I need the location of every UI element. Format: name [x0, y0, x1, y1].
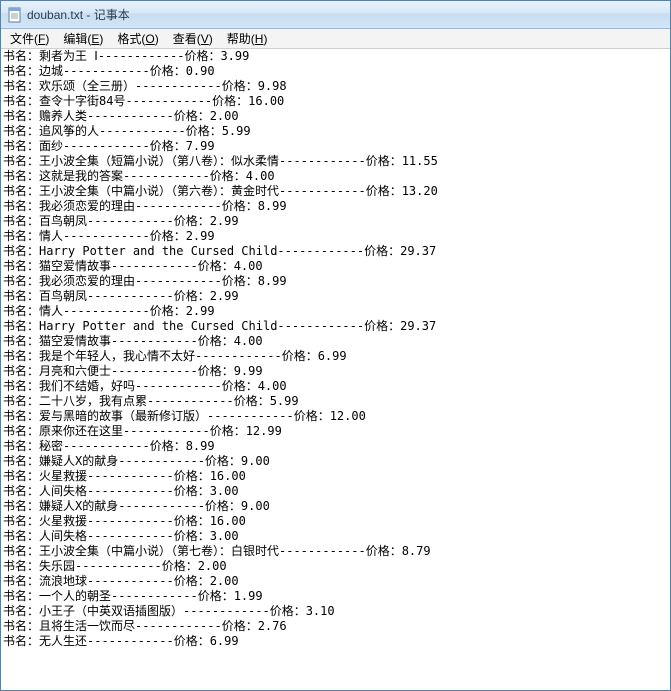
notepad-icon	[7, 7, 23, 23]
text-line: 书名：剩者为王 Ⅰ------------价格：3.99	[3, 49, 668, 64]
text-line: 书名：二十八岁，我有点累------------价格：5.99	[3, 394, 668, 409]
text-line: 书名：王小波全集（中篇小说）（第六卷）：黄金时代------------价格：1…	[3, 184, 668, 199]
text-line: 书名：月亮和六便士------------价格：9.99	[3, 364, 668, 379]
menu-format[interactable]: 格式(O)	[110, 29, 165, 48]
text-line: 书名：猫空爱情故事------------价格：4.00	[3, 259, 668, 274]
text-line: 书名：查令十字街84号------------价格：16.00	[3, 94, 668, 109]
text-line: 书名：情人------------价格：2.99	[3, 304, 668, 319]
title-bar[interactable]: douban.txt - 记事本	[1, 1, 670, 29]
text-line: 书名：欢乐颂（全三册）------------价格：9.98	[3, 79, 668, 94]
text-line: 书名：失乐园------------价格：2.00	[3, 559, 668, 574]
text-area[interactable]: 书名：剩者为王 Ⅰ------------价格：3.99书名：边城-------…	[1, 49, 670, 690]
text-line: 书名：王小波全集（短篇小说）（第八卷）：似水柔情------------价格：1…	[3, 154, 668, 169]
text-line: 书名：王小波全集（中篇小说）（第七卷）：白银时代------------价格：8…	[3, 544, 668, 559]
menu-edit[interactable]: 编辑(E)	[56, 29, 110, 48]
text-line: 书名：我必须恋爱的理由------------价格：8.99	[3, 199, 668, 214]
text-line: 书名：情人------------价格：2.99	[3, 229, 668, 244]
text-line: 书名：爱与黑暗的故事（最新修订版）------------价格：12.00	[3, 409, 668, 424]
text-line: 书名：Harry Potter and the Cursed Child----…	[3, 319, 668, 334]
menu-view[interactable]: 查看(V)	[166, 29, 220, 48]
text-line: 书名：百鸟朝凤------------价格：2.99	[3, 214, 668, 229]
text-line: 书名：Harry Potter and the Cursed Child----…	[3, 244, 668, 259]
text-line: 书名：我是个年轻人，我心情不太好------------价格：6.99	[3, 349, 668, 364]
text-line: 书名：原来你还在这里------------价格：12.99	[3, 424, 668, 439]
text-line: 书名：我必须恋爱的理由------------价格：8.99	[3, 274, 668, 289]
text-line: 书名：边城------------价格：0.90	[3, 64, 668, 79]
window-title: douban.txt - 记事本	[27, 6, 130, 23]
text-line: 书名：火星救援------------价格：16.00	[3, 469, 668, 484]
text-line: 书名：人间失格------------价格：3.00	[3, 484, 668, 499]
text-line: 书名：无人生还------------价格：6.99	[3, 634, 668, 649]
menu-help[interactable]: 帮助(H)	[220, 29, 275, 48]
text-line: 书名：嫌疑人X的献身------------价格：9.00	[3, 499, 668, 514]
text-line: 书名：猫空爱情故事------------价格：4.00	[3, 334, 668, 349]
text-line: 书名：百鸟朝凤------------价格：2.99	[3, 289, 668, 304]
menu-file[interactable]: 文件(F)	[3, 29, 56, 48]
text-line: 书名：小王子（中英双语插图版）------------价格：3.10	[3, 604, 668, 619]
text-line: 书名：一个人的朝圣------------价格：1.99	[3, 589, 668, 604]
menu-bar: 文件(F) 编辑(E) 格式(O) 查看(V) 帮助(H)	[1, 29, 670, 49]
text-line: 书名：人间失格------------价格：3.00	[3, 529, 668, 544]
text-line: 书名：这就是我的答案------------价格：4.00	[3, 169, 668, 184]
text-line: 书名：流浪地球------------价格：2.00	[3, 574, 668, 589]
text-line: 书名：秘密------------价格：8.99	[3, 439, 668, 454]
text-line: 书名：追风筝的人------------价格：5.99	[3, 124, 668, 139]
text-line: 书名：火星救援------------价格：16.00	[3, 514, 668, 529]
text-line: 书名：赡养人类------------价格：2.00	[3, 109, 668, 124]
notepad-window: douban.txt - 记事本 文件(F) 编辑(E) 格式(O) 查看(V)…	[0, 0, 671, 691]
text-line: 书名：且将生活一饮而尽------------价格：2.76	[3, 619, 668, 634]
text-line: 书名：我们不结婚，好吗------------价格：4.00	[3, 379, 668, 394]
text-line: 书名：嫌疑人X的献身------------价格：9.00	[3, 454, 668, 469]
text-line: 书名：面纱------------价格：7.99	[3, 139, 668, 154]
